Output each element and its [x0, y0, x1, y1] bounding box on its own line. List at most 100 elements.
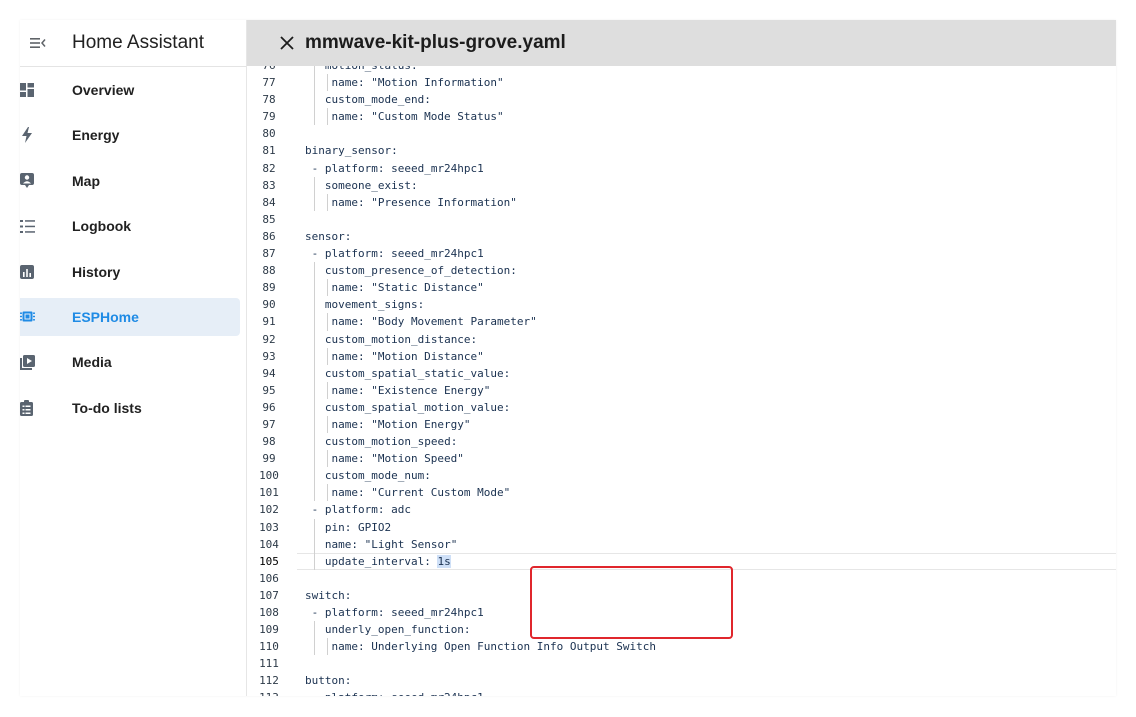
code-line[interactable]: 78 custom_mode_end: [247, 91, 1116, 109]
sidebar-item-label: To-do lists [72, 399, 142, 416]
indent-guide [313, 552, 315, 570]
line-number: 109 [259, 623, 279, 637]
code-line[interactable]: 106 [247, 570, 1116, 587]
code-line[interactable]: 81 binary_sensor: [247, 142, 1116, 159]
code-line[interactable]: 104 name: "Light Sensor" [247, 535, 1116, 553]
sidebar-item-label: Map [72, 172, 100, 189]
indent-guide [313, 347, 315, 365]
code-line[interactable]: 91 name: "Body Movement Parameter" [247, 313, 1116, 331]
code-text: underly_open_function: [324, 623, 471, 637]
indent-guide [313, 91, 315, 109]
sidebar-nav: Overview Energy Map Logbook History ESPH… [20, 71, 246, 427]
sidebar-item-label: ESPHome [72, 308, 139, 325]
sidebar-item-map[interactable]: Map [20, 162, 246, 200]
line-number: 106 [259, 571, 279, 585]
code-line[interactable]: 97 name: "Motion Energy" [247, 415, 1116, 434]
code-line[interactable]: 88 custom_presence_of_detection: [247, 262, 1116, 280]
code-line[interactable]: 98 custom_motion_speed: [247, 433, 1116, 451]
line-number: 81 [262, 144, 276, 158]
code-line[interactable]: 94 custom_spatial_static_value: [247, 364, 1116, 382]
indent-guide [313, 518, 315, 536]
code-line[interactable]: 100 custom_mode_num: [247, 467, 1116, 485]
code-line[interactable]: 96 custom_spatial_motion_value: [247, 398, 1116, 416]
code-line[interactable]: 89 name: "Static Distance" [247, 279, 1116, 297]
indent-guide [313, 330, 315, 348]
line-number: 103 [259, 520, 279, 534]
code-text: custom_motion_distance: [324, 332, 478, 346]
indent-guide [326, 638, 328, 656]
code-line[interactable]: 84 name: "Presence Information" [247, 193, 1116, 211]
code-line[interactable]: 99 name: "Motion Speed" [247, 450, 1116, 468]
code-line[interactable]: 80 [247, 125, 1116, 142]
line-number: 86 [262, 229, 276, 243]
media-play-icon [20, 354, 42, 370]
line-number: 93 [262, 349, 276, 363]
code-editor[interactable]: 76 motion_status: 77 name: "Motion Informat… [247, 66, 1116, 696]
close-icon [280, 36, 294, 50]
code-text: name: "Current Custom Mode" [331, 486, 511, 500]
code-line[interactable]: 82 - platform: seeed_mr24hpc1 [247, 160, 1116, 177]
line-number: 84 [262, 195, 276, 209]
close-button[interactable] [277, 33, 297, 53]
code-text: - platform: seeed_mr24hpc1 [311, 247, 484, 261]
code-text: custom_motion_speed: [324, 435, 458, 449]
code-line[interactable]: 105 update_interval: 1s [247, 552, 1116, 570]
code-line[interactable]: 95 name: "Existence Energy" [247, 381, 1116, 399]
indent-guide [313, 398, 315, 416]
line-number: 80 [262, 127, 276, 141]
sidebar-item-todo[interactable]: To-do lists [20, 389, 246, 427]
code-line[interactable]: 108 - platform: seeed_mr24hpc1 [247, 604, 1116, 621]
sidebar-header: Home Assistant [20, 20, 246, 67]
code-text: name: "Motion Energy" [331, 417, 471, 431]
code-line[interactable]: 76 motion_status: [247, 66, 1116, 75]
code-line[interactable]: 93 name: "Motion Distance" [247, 347, 1116, 365]
menu-collapse-icon [30, 38, 46, 48]
sidebar-item-esphome[interactable]: ESPHome [20, 297, 240, 336]
line-number: 99 [262, 452, 276, 466]
code-line[interactable]: 107 switch: [247, 587, 1116, 604]
code-line[interactable]: 92 custom_motion_distance: [247, 330, 1116, 348]
line-number: 96 [262, 400, 276, 414]
indent-guide [326, 193, 328, 211]
code-line[interactable]: 85 [247, 211, 1116, 228]
sidebar-item-media[interactable]: Media [20, 343, 246, 381]
code-line[interactable]: 90 movement_signs: [247, 296, 1116, 314]
indent-guide [326, 108, 328, 126]
sidebar-item-logbook[interactable]: Logbook [20, 207, 246, 245]
indent-guide [313, 364, 315, 382]
code-lines: 76 motion_status: 77 name: "Motion Informat… [247, 66, 1116, 696]
sidebar-item-overview[interactable]: Overview [20, 71, 246, 109]
sidebar-item-label: Overview [72, 82, 135, 98]
line-number: 76 [247, 66, 291, 74]
code-text: custom_spatial_motion_value: [324, 400, 511, 414]
code-line[interactable]: 103 pin: GPIO2 [247, 518, 1116, 536]
code-text: - platform: adc [311, 503, 411, 517]
code-line[interactable]: 79 name: "Custom Mode Status" [247, 108, 1116, 126]
line-number: 89 [262, 281, 276, 295]
sidebar-item-history[interactable]: History [20, 253, 246, 291]
code-line[interactable]: 83 someone_exist: [247, 176, 1116, 194]
sidebar-item-label: History [72, 263, 121, 280]
menu-collapse-button[interactable] [24, 36, 52, 50]
code-line[interactable]: 111 [247, 655, 1116, 672]
code-line[interactable]: 101 name: "Current Custom Mode" [247, 484, 1116, 502]
code-line[interactable]: 109 underly_open_function: [247, 621, 1116, 639]
indent-guide [313, 535, 315, 553]
indent-guide [326, 450, 328, 468]
line-number: 88 [262, 264, 276, 278]
code-text: someone_exist: [324, 178, 418, 192]
esphome-chip-icon [20, 309, 42, 324]
code-line[interactable]: 87 - platform: seeed_mr24hpc1 [247, 245, 1116, 262]
indent-guide [313, 74, 315, 92]
indent-guide [313, 433, 315, 451]
sidebar-item-energy[interactable]: Energy [20, 116, 246, 154]
code-line[interactable]: 102 - platform: adc [247, 501, 1116, 518]
code-line[interactable]: 110 name: Underlying Open Function Info O… [247, 638, 1116, 656]
code-line[interactable]: 86 sensor: [247, 228, 1116, 245]
code-line[interactable]: 113 - platform: seeed_mr24hpc1 [247, 689, 1116, 696]
code-line[interactable]: 77 name: "Motion Information" [247, 74, 1116, 92]
code-line[interactable]: 112 button: [247, 672, 1116, 689]
indent-guide [313, 279, 315, 297]
indent-guide [313, 467, 315, 485]
indent-guide [313, 621, 315, 639]
